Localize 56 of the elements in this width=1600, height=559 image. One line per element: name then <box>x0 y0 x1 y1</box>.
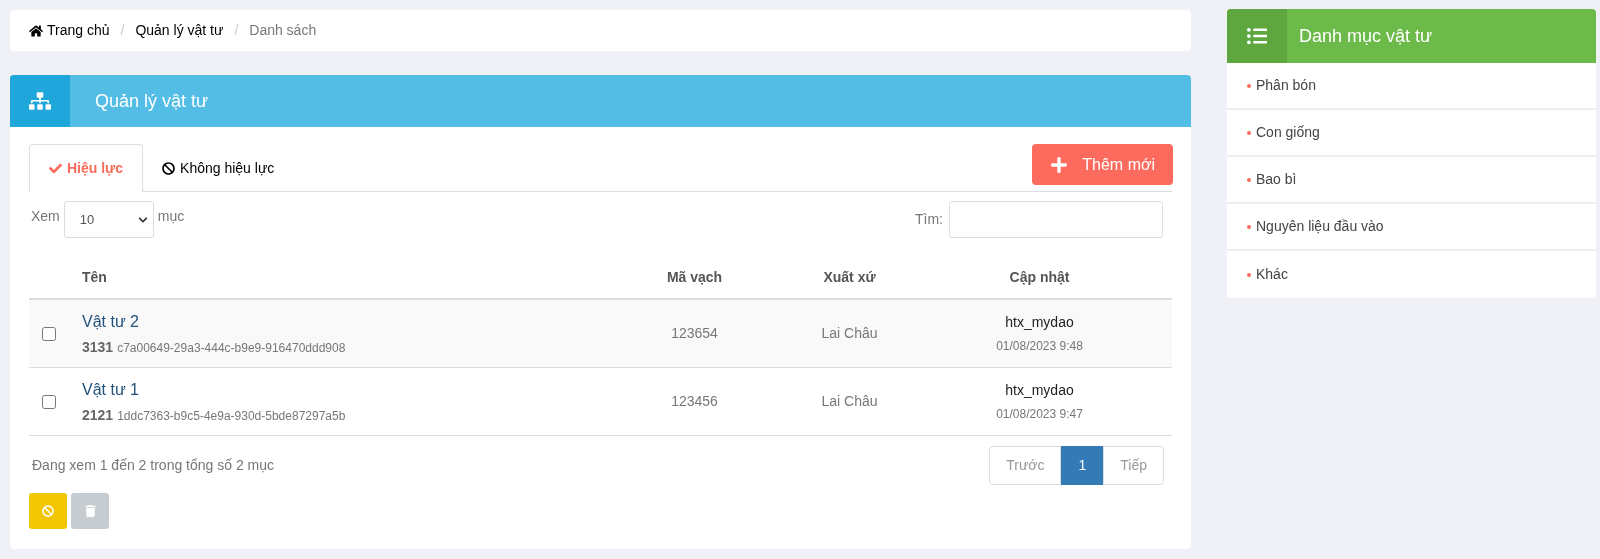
category-item[interactable]: Con giống <box>1227 110 1596 157</box>
ban-icon <box>42 505 54 518</box>
search-label: Tìm: <box>915 210 943 230</box>
row-checkbox[interactable] <box>42 326 56 341</box>
table-cell-text: Lai Châu <box>820 392 879 412</box>
table-row[interactable]: Vật tư 2 3131 c7a00649-29a3-444c-b9e9-916470ddd908 123654 Lai Châu htx_mydao 01/08/2023 9:48 <box>29 300 1172 369</box>
item-guid: 1ddc7363-b9c5-4e9a-930d-5bde87297a5b <box>117 407 346 425</box>
pagination-button[interactable]: 1 <box>1061 446 1104 486</box>
item-guid: c7a00649-29a3-444c-b9e9-916470ddd908 <box>117 339 346 357</box>
breadcrumb-separator: / <box>119 21 126 41</box>
item-name-link[interactable]: Vật tư 2 <box>82 309 622 334</box>
category-item[interactable]: Nguyên liệu đầu vào <box>1227 204 1596 251</box>
length-label: mục <box>157 207 185 227</box>
column-header: Mã vạch <box>665 268 724 288</box>
home-link[interactable]: Trang chủ <box>29 20 110 42</box>
panel-title: Quản lý vật tư <box>95 89 209 113</box>
breadcrumb-current: Danh sách <box>249 21 317 41</box>
updated-by: htx_mydao <box>1005 313 1074 333</box>
updated-time: 01/08/2023 9:48 <box>996 338 1083 356</box>
item-code: 3131 <box>82 337 114 357</box>
table-cell-text: 123456 <box>670 392 719 412</box>
search-field[interactable] <box>949 201 1163 239</box>
column-header: Cập nhật <box>1008 268 1071 288</box>
bullet-icon <box>1247 177 1251 182</box>
bullet-icon <box>1247 224 1251 229</box>
ban-icon <box>162 161 176 175</box>
plus-icon <box>1050 155 1069 174</box>
row-checkbox[interactable] <box>42 394 56 409</box>
category-item[interactable]: Phân bón <box>1227 63 1596 110</box>
column-header: Xuất xứ <box>822 268 877 288</box>
bullet-icon <box>1247 130 1251 135</box>
list-icon <box>1246 26 1268 46</box>
bullet-icon <box>1247 83 1251 88</box>
bullet-icon <box>1247 272 1251 277</box>
check-icon <box>49 162 62 176</box>
length-label: Xem <box>31 207 60 227</box>
deactivate-button[interactable] <box>29 493 67 530</box>
item-code: 2121 <box>82 405 114 425</box>
category-item[interactable]: Bao bì <box>1227 157 1596 204</box>
chevron-down-icon <box>137 214 148 225</box>
updated-time: 01/08/2023 9:47 <box>996 406 1083 424</box>
category-title: Danh mục vật tư <box>1299 24 1433 48</box>
breadcrumb-separator: / <box>233 21 240 41</box>
item-name-link[interactable]: Vật tư 1 <box>82 377 622 402</box>
home-icon <box>29 23 43 38</box>
table-info: Đang xem 1 đến 2 trong tổng số 2 mục <box>31 456 275 476</box>
tab[interactable]: Không hiệu lực <box>143 144 294 193</box>
column-header: Tên <box>82 268 108 288</box>
breadcrumb-link[interactable]: Quản lý vật tư <box>135 20 224 42</box>
page-size-select[interactable]: 10 <box>63 201 154 239</box>
table-cell-text: 123654 <box>670 324 719 344</box>
updated-by: htx_mydao <box>1005 381 1074 401</box>
category-item[interactable]: Khác <box>1227 251 1596 298</box>
sitemap-icon <box>29 90 51 113</box>
table-cell-text: Lai Châu <box>820 324 879 344</box>
trash-icon <box>84 505 96 518</box>
